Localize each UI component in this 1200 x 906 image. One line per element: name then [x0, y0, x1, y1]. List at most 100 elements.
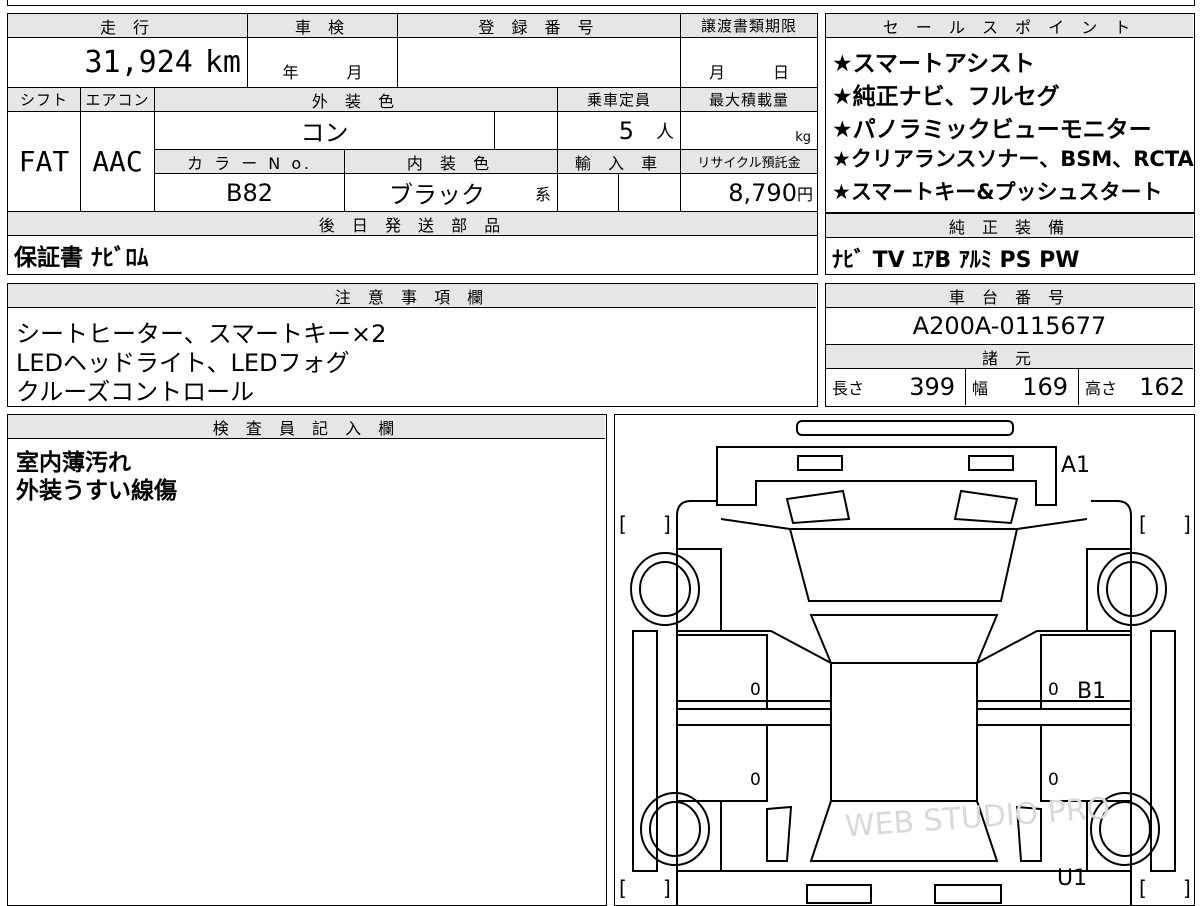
exterior-code-cell — [495, 112, 558, 150]
sales-point-item: ★純正ナビ、フルセグ — [832, 84, 1060, 110]
notes-header: 注 意 事 項 欄 — [8, 284, 816, 308]
chassis-header: 車 台 番 号 — [826, 284, 1193, 308]
damage-mark: A1 — [1061, 453, 1090, 478]
recycle-value: 8,790 — [728, 178, 797, 207]
bracket-left-bottom-close: ] — [663, 876, 671, 900]
sales-point-item: ★パノラミックビューモニター — [832, 117, 1152, 143]
roof-center — [830, 662, 978, 802]
recycle-header: リサイクル預託金 — [681, 150, 817, 174]
registration-cell — [398, 38, 681, 88]
later-parts-value: 保証書 ﾅﾋﾞﾛﾑ — [14, 244, 149, 271]
spec-width-label: 幅 — [972, 379, 989, 398]
interior-value: ブラック — [388, 181, 485, 209]
headlight-right — [953, 489, 1019, 525]
transfer-month: 月 — [708, 63, 725, 82]
spec-length-value: 399 — [909, 373, 955, 401]
import-cell-b — [619, 174, 681, 212]
fender-right — [1150, 630, 1176, 872]
roof-front — [809, 614, 999, 664]
sales-points-box: セ ー ル ス ポ イ ン ト ★スマートアシスト ★純正ナビ、フルセグ ★パノ… — [825, 13, 1195, 213]
a-pillar-left — [720, 518, 791, 530]
zero-label: 0 — [1048, 680, 1059, 700]
bracket-right-top-close: ] — [1183, 512, 1191, 536]
capacity-header: 乗車定員 — [558, 88, 681, 112]
exterior-value: コン — [300, 119, 349, 147]
bracket-right-top-open: [ — [1139, 512, 1147, 536]
factory-equipment-value: ﾅﾋﾞ TV ｴｱB ｱﾙﾐ PS PW — [832, 248, 1080, 273]
windshield — [788, 528, 1019, 602]
main-info-table: 走 行 車 検 登 録 番 号 譲渡書類期限 31,924 km 年 月 月 日… — [7, 13, 818, 275]
rear-bumper — [806, 884, 872, 904]
aircon-value: AAC — [92, 145, 143, 178]
aircon-cell: AAC — [81, 112, 155, 212]
inspector-header: 検 査 員 記 入 欄 — [8, 415, 605, 439]
load-cell: kg — [681, 112, 817, 150]
spec-width-cell: 幅 169 — [966, 369, 1079, 405]
zero-label: 0 — [750, 680, 761, 700]
wheel-front-left — [630, 552, 700, 626]
transfer-header: 譲渡書類期限 — [681, 14, 817, 38]
capacity-value: 5 — [618, 116, 634, 145]
damage-mark: U1 — [1057, 866, 1087, 891]
mileage-header: 走 行 — [8, 14, 248, 38]
inspection-year: 年 — [282, 63, 299, 82]
exterior-cell: コン — [155, 112, 495, 150]
mileage-value: 31,924 — [84, 45, 193, 80]
mileage-unit: km — [204, 45, 241, 80]
transfer-cell: 月 日 — [681, 38, 817, 88]
hood-slot-left — [797, 455, 843, 471]
sales-point-item: ★スマートキー&プッシュスタート — [832, 180, 1163, 204]
spec-height-label: 高さ — [1085, 379, 1118, 398]
spec-height-cell: 高さ 162 — [1079, 369, 1193, 405]
sales-points-header: セ ー ル ス ポ イ ン ト — [826, 14, 1193, 38]
load-header: 最大積載量 — [681, 88, 817, 112]
recycle-unit: 円 — [796, 184, 813, 204]
fender-left — [632, 630, 658, 872]
interior-header: 内 装 色 — [345, 150, 558, 174]
recycle-cell: 8,790 円 — [681, 174, 817, 212]
chassis-value: A200A-0115677 — [912, 312, 1107, 340]
later-parts-header: 後 日 発 送 部 品 — [8, 212, 817, 236]
specs-header: 諸 元 — [826, 345, 1193, 369]
import-header: 輸 入 車 — [558, 150, 681, 174]
tail-light-left — [766, 805, 793, 862]
registration-header: 登 録 番 号 — [398, 14, 681, 38]
interior-cell: ブラック 系 — [345, 174, 558, 212]
inspection-month: 月 — [346, 63, 363, 82]
shift-value: FAT — [18, 145, 70, 178]
inspection-cell: 年 月 — [248, 38, 398, 88]
bracket-right-bottom-close: ] — [1183, 876, 1191, 900]
rear-bumper-right — [934, 884, 1002, 904]
color-no-cell: B82 — [155, 174, 345, 212]
body-outline — [676, 500, 1132, 905]
zero-label: 0 — [1048, 770, 1059, 790]
import-cell-a — [558, 174, 619, 212]
hood-slot-right — [968, 455, 1014, 471]
color-no-header: カ ラ ー N o. — [155, 150, 345, 174]
wheel-front-left-inner — [639, 561, 691, 617]
capacity-cell: 5 人 — [558, 112, 681, 150]
top-bar-shape — [796, 420, 1014, 436]
chassis-box: 車 台 番 号 A200A-0115677 諸 元 長さ 399 幅 169 高… — [825, 283, 1195, 407]
shift-header: シフト — [8, 88, 81, 112]
note-line: クルーズコントロール — [16, 378, 255, 406]
bracket-right-bottom-open: [ — [1139, 876, 1147, 900]
aircon-header: エアコン — [81, 88, 155, 112]
inspection-header: 車 検 — [248, 14, 398, 38]
later-parts-cell: 保証書 ﾅﾋﾞﾛﾑ — [8, 236, 817, 273]
color-no-value: B82 — [225, 178, 273, 207]
wheel-rear-left — [640, 792, 710, 866]
factory-equipment-header: 純 正 装 備 — [826, 214, 1193, 238]
mileage-cell: 31,924 km — [8, 38, 248, 88]
chassis-cell: A200A-0115677 — [826, 308, 1193, 345]
capacity-unit: 人 — [656, 121, 674, 143]
shift-cell: FAT — [8, 112, 81, 212]
a-pillar-right — [1016, 518, 1088, 530]
load-unit: kg — [795, 130, 811, 145]
vehicle-diagram-box: [ ] [ ] [ ] [ ] 0 0 0 0 A1 B1 U1 WEB STU… — [614, 414, 1195, 906]
spec-length-label: 長さ — [832, 379, 865, 398]
inspector-box: 検 査 員 記 入 欄 室内薄汚れ 外装うすい線傷 — [7, 414, 607, 906]
damage-mark: B1 — [1077, 679, 1106, 704]
spec-length-cell: 長さ 399 — [826, 369, 966, 405]
spec-height-value: 162 — [1139, 373, 1185, 401]
